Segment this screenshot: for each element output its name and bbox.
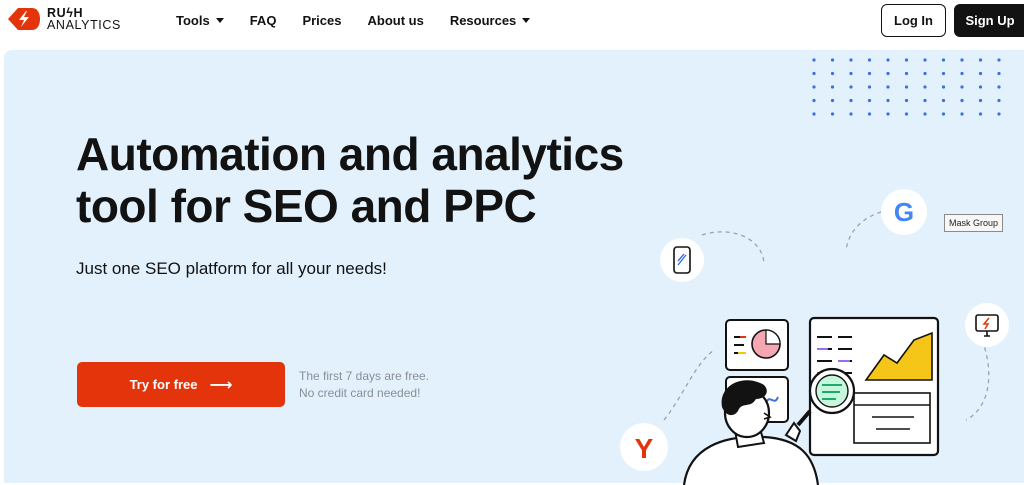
trial-note: The first 7 days are free. No credit car… <box>299 368 429 402</box>
logo[interactable]: RUϟH ANALYTICS <box>6 6 121 32</box>
login-button[interactable]: Log In <box>881 4 946 37</box>
hero-section: Automation and analytics tool for SEO an… <box>4 50 1024 485</box>
nav-item-label: Prices <box>302 13 342 28</box>
cta-label: Try for free <box>129 377 198 392</box>
nav-item-faq[interactable]: FAQ <box>250 13 277 28</box>
hero-subtitle: Just one SEO platform for all your needs… <box>76 259 387 278</box>
monitor-icon <box>965 303 1009 347</box>
nav-item-prices[interactable]: Prices <box>302 13 341 28</box>
main-nav: Tools FAQ Prices About us Resources <box>176 13 556 28</box>
arrow-right-icon: ⟶ <box>209 376 233 394</box>
trial-note-line2: No credit card needed! <box>299 386 421 400</box>
nav-item-resources[interactable]: Resources <box>449 13 531 28</box>
nav-item-label: Tools <box>176 13 210 28</box>
try-for-free-button[interactable]: Try for free ⟶ <box>77 362 285 407</box>
logo-bolt-icon <box>8 8 40 30</box>
signup-button[interactable]: Sign Up <box>954 4 1024 37</box>
trial-note-line1: The first 7 days are free. <box>299 369 430 383</box>
google-icon: G <box>881 189 927 235</box>
svg-text:G: G <box>894 197 914 227</box>
nav-item-label: About us <box>367 13 424 28</box>
chevron-down-icon <box>215 18 224 23</box>
nav-item-tools[interactable]: Tools <box>176 13 224 28</box>
mask-group-tooltip: Mask Group <box>944 214 1003 232</box>
mobile-icon <box>660 238 704 282</box>
nav-item-label: FAQ <box>249 13 277 28</box>
yandex-icon: Y <box>620 423 668 471</box>
dot-grid-decoration <box>812 58 1001 116</box>
nav-item-label: Resources <box>449 13 517 28</box>
site-header: RUϟH ANALYTICS Tools FAQ Prices About us… <box>0 0 1024 44</box>
logo-wordmark-bottom: ANALYTICS <box>47 18 121 32</box>
hero-title: Automation and analytics tool for SEO an… <box>76 128 624 232</box>
chevron-down-icon <box>522 18 531 23</box>
svg-text:Y: Y <box>635 433 654 464</box>
nav-item-about-us[interactable]: About us <box>367 13 423 28</box>
